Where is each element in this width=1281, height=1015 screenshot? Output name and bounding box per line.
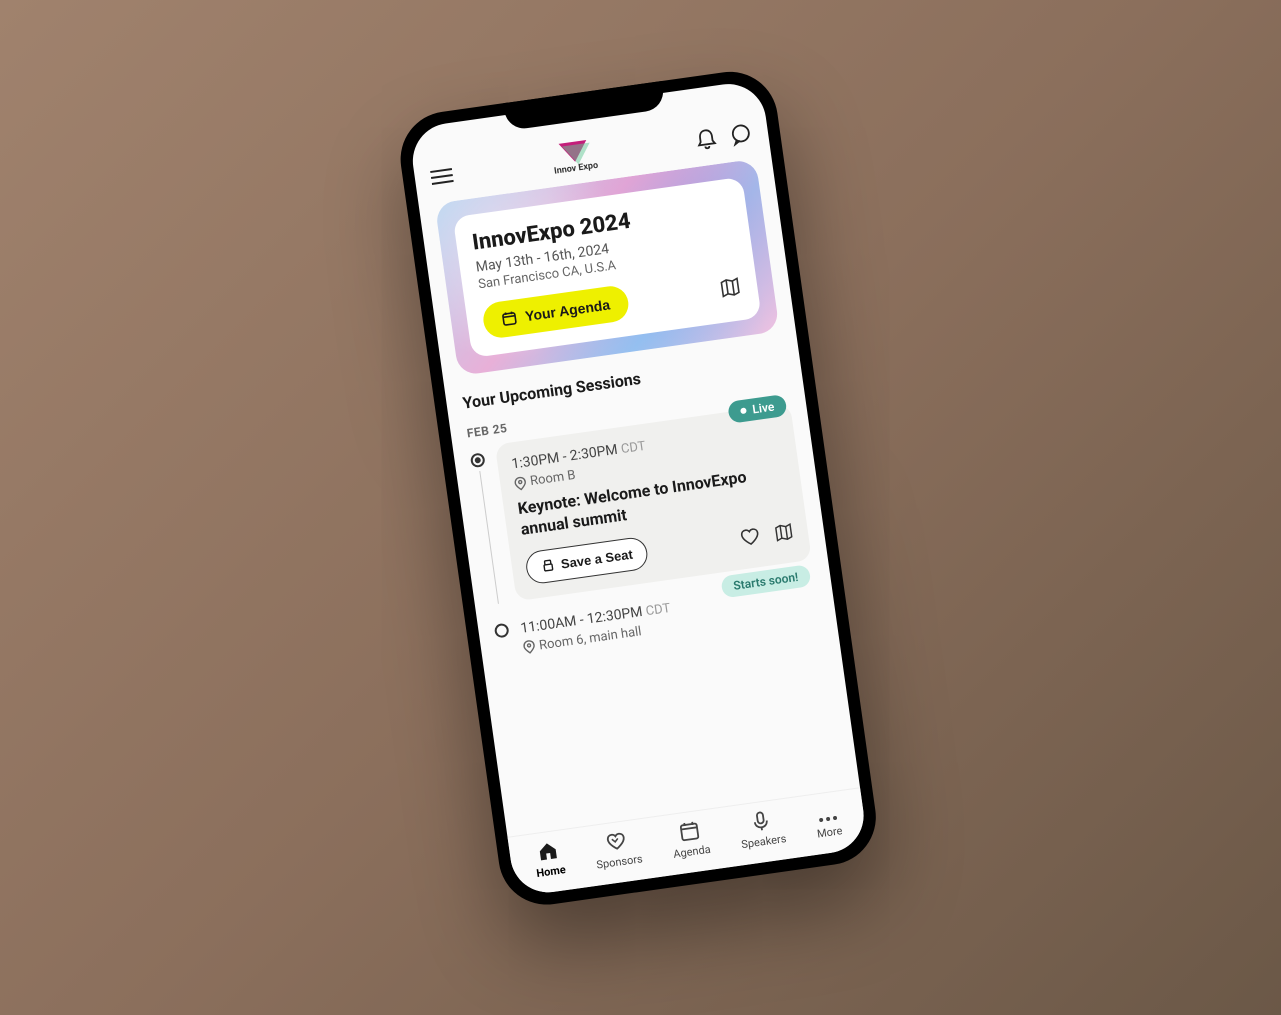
pin-icon (522, 639, 536, 655)
nav-sponsors[interactable]: Sponsors (592, 827, 643, 871)
your-agenda-button[interactable]: Your Agenda (481, 284, 630, 340)
timeline-line (478, 471, 498, 603)
menu-button[interactable] (429, 167, 453, 186)
map-icon[interactable] (717, 275, 742, 300)
main-content: InnovExpo 2024 May 13th - 16th, 2024 San… (418, 156, 859, 836)
pin-icon (513, 475, 527, 491)
timeline-dot-icon (493, 622, 509, 638)
calendar-icon (500, 309, 518, 327)
speakers-icon (748, 808, 773, 833)
more-icon (816, 813, 839, 824)
nav-agenda[interactable]: Agenda (669, 817, 711, 860)
chat-icon[interactable] (728, 122, 753, 147)
heart-icon[interactable] (738, 525, 761, 548)
nav-home[interactable]: Home (532, 838, 566, 880)
agenda-button-label: Your Agenda (524, 296, 611, 324)
session-timezone: CDT (644, 600, 670, 618)
nav-label: Agenda (672, 842, 711, 860)
nav-label: Sponsors (595, 852, 643, 871)
seat-icon (540, 557, 556, 573)
save-seat-button[interactable]: Save a Seat (524, 535, 650, 585)
header-actions (694, 122, 753, 152)
save-seat-label: Save a Seat (559, 546, 633, 571)
app-screen: Innov Expo InnovExpo 2024 May (407, 79, 868, 897)
nav-label: Home (535, 863, 566, 880)
map-icon[interactable] (772, 521, 795, 544)
bell-icon[interactable] (694, 127, 717, 152)
logo-mark-icon (558, 140, 589, 164)
timeline (492, 616, 513, 666)
hamburger-icon (429, 167, 453, 186)
timeline-dot-icon (469, 452, 485, 468)
app-logo[interactable]: Innov Expo (550, 138, 598, 176)
nav-more[interactable]: More (814, 813, 842, 840)
agenda-icon (676, 819, 701, 844)
sponsors-icon (604, 829, 629, 854)
live-badge-label: Live (751, 399, 775, 416)
session-timezone: CDT (620, 438, 646, 456)
nav-label: More (816, 824, 843, 840)
live-dot-icon (740, 407, 747, 414)
nav-label: Speakers (740, 832, 787, 851)
home-icon (535, 838, 560, 863)
nav-speakers[interactable]: Speakers (737, 807, 787, 851)
session-room-label: Room B (529, 467, 576, 488)
phone-frame: Innov Expo InnovExpo 2024 May (394, 65, 882, 910)
